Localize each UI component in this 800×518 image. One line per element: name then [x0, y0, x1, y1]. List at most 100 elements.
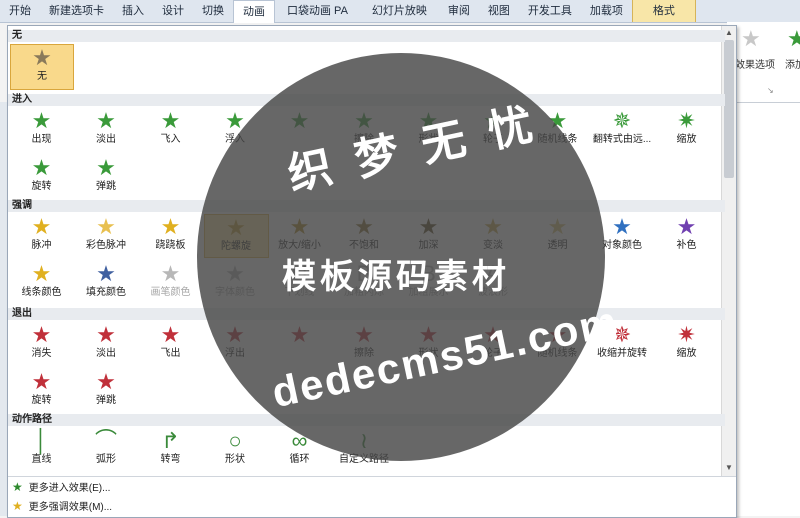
- burst-icon: ✷: [677, 322, 696, 347]
- slide-area: [727, 103, 800, 516]
- watermark-line2: 模板源码素材: [282, 258, 510, 296]
- tab-view[interactable]: 视图: [479, 0, 519, 22]
- entrance-effect-label: 弹跳: [96, 181, 116, 192]
- tab-new-tab[interactable]: 新建选项卡: [40, 0, 113, 22]
- motion-effect-label: 弧形: [96, 454, 116, 465]
- star-icon: ★: [96, 155, 116, 180]
- entrance-effect-label: 出现: [31, 134, 52, 145]
- entrance-effect-label: 缩放: [676, 134, 697, 145]
- entrance-effect[interactable]: ★ 飞入: [139, 108, 202, 150]
- tab-pocket-animation[interactable]: 口袋动画 PA: [275, 0, 360, 22]
- emphasis-effect-label: 画笔颜色: [150, 287, 191, 298]
- entrance-effect[interactable]: ✷ 缩放: [655, 108, 718, 150]
- tab-review[interactable]: 审阅: [439, 0, 479, 22]
- motion-effect-label: 转弯: [160, 454, 181, 465]
- exit-effect[interactable]: ★ 飞出: [139, 322, 202, 364]
- effect-options-button[interactable]: 效果选项: [735, 56, 775, 71]
- star-icon: ★: [31, 214, 52, 239]
- star-icon: ★: [31, 369, 52, 394]
- emphasis-effect-label: 填充颜色: [86, 287, 126, 298]
- entrance-effect[interactable]: ★ 淡出: [75, 108, 138, 150]
- section-none: 无: [8, 30, 725, 42]
- scroll-thumb[interactable]: [724, 40, 734, 178]
- watermark-line1: 织 梦 无 忧: [283, 98, 543, 200]
- emphasis-effect[interactable]: ★ 脉冲: [10, 214, 73, 256]
- exit-effect-label: 飞出: [160, 348, 181, 359]
- exit-effect-label: 消失: [31, 348, 52, 359]
- emphasis-effect-label: 彩色脉冲: [86, 240, 126, 251]
- star-icon: ★: [32, 45, 52, 70]
- scroll-down-icon[interactable]: ▼: [723, 462, 735, 474]
- more-effects-links: ★ 更多进入效果(E)... ★ 更多强调效果(M)...: [8, 476, 736, 517]
- exit-effect-label: 弹跳: [96, 395, 116, 406]
- emphasis-effect[interactable]: ★ 画笔颜色: [139, 261, 202, 303]
- exit-effect[interactable]: ✷ 缩放: [655, 322, 718, 364]
- star-gold-icon: ★: [12, 499, 23, 513]
- effect-none-label: 无: [37, 71, 47, 82]
- burst-icon: ✵: [612, 108, 632, 133]
- star-icon: ★: [160, 261, 181, 286]
- tab-design[interactable]: 设计: [153, 0, 193, 22]
- arc-path-icon: ⌒: [94, 428, 117, 453]
- star-icon: ★: [96, 369, 116, 394]
- turn-path-icon: ↱: [161, 428, 180, 453]
- emphasis-effect[interactable]: ★ 彩色脉冲: [75, 214, 138, 256]
- entrance-effect[interactable]: ★ 出现: [10, 108, 73, 150]
- effect-none[interactable]: ★ 无: [10, 44, 74, 90]
- shape-path-icon: ○: [228, 428, 242, 453]
- add-animation-icon: ★: [787, 26, 800, 51]
- entrance-effect-label: 旋转: [31, 181, 52, 192]
- star-icon: ★: [31, 322, 52, 347]
- exit-effect-label: 收缩并旋转: [597, 348, 647, 359]
- emphasis-effect[interactable]: ★ 填充颜色: [75, 261, 138, 303]
- exit-effect[interactable]: ★ 淡出: [75, 322, 138, 364]
- tab-addins[interactable]: 加载项: [581, 0, 632, 22]
- entrance-effect[interactable]: ✵ 翻转式由远...: [591, 108, 654, 150]
- motion-effect[interactable]: ○ 形状: [204, 428, 267, 470]
- emphasis-effect[interactable]: ★ 跷跷板: [139, 214, 202, 256]
- exit-effect[interactable]: ★ 消失: [10, 322, 73, 364]
- tab-transitions[interactable]: 切换: [193, 0, 233, 22]
- tab-developer[interactable]: 开发工具: [519, 0, 581, 22]
- star-icon: ★: [676, 214, 697, 239]
- exit-effect[interactable]: ★ 旋转: [10, 369, 73, 411]
- star-icon: ★: [31, 155, 52, 180]
- motion-effect-label: 形状: [225, 454, 245, 465]
- exit-effect-label: 缩放: [676, 348, 697, 359]
- entrance-effect-label: 淡出: [96, 134, 116, 145]
- add-animation-button[interactable]: 添加: [785, 56, 800, 71]
- emphasis-effect-label: 脉冲: [31, 240, 52, 251]
- emphasis-effect[interactable]: ★ 补色: [655, 214, 718, 256]
- more-emphasis-effects-link[interactable]: ★ 更多强调效果(M)...: [12, 497, 112, 515]
- star-icon: ★: [31, 108, 52, 133]
- tab-slideshow[interactable]: 幻灯片放映: [360, 0, 439, 22]
- star-icon: ★: [96, 261, 116, 286]
- exit-effect-label: 旋转: [31, 395, 52, 406]
- exit-effect-label: 淡出: [96, 348, 116, 359]
- effect-options-icon: ★: [741, 26, 761, 51]
- motion-effect[interactable]: ↱ 转弯: [139, 428, 202, 470]
- star-icon: ★: [31, 261, 52, 286]
- star-icon: ★: [160, 108, 181, 133]
- tab-insert[interactable]: 插入: [113, 0, 153, 22]
- star-icon: ★: [96, 322, 116, 347]
- tab-home[interactable]: 开始: [0, 0, 40, 22]
- watermark-circle: 织 梦 无 忧 模板源码素材 dedecms51.com: [197, 53, 623, 461]
- entrance-effect[interactable]: ★ 弹跳: [75, 155, 138, 197]
- ribbon-right-area: ★ 效果选项 ★ 添加 ↘: [727, 22, 800, 103]
- emphasis-effect-label: 补色: [676, 240, 697, 251]
- ribbon-tab-bar: 开始 新建选项卡 插入 设计 切换 动画 口袋动画 PA 幻灯片放映 审阅 视图…: [0, 0, 800, 23]
- tab-format[interactable]: 格式: [631, 0, 696, 22]
- emphasis-effect[interactable]: ★ 线条颜色: [10, 261, 73, 303]
- star-icon: ★: [160, 214, 181, 239]
- exit-effect[interactable]: ★ 弹跳: [75, 369, 138, 411]
- motion-effect[interactable]: │ 直线: [10, 428, 73, 470]
- dialog-launcher-icon[interactable]: ↘: [767, 86, 774, 95]
- emphasis-effect-label: 跷跷板: [155, 240, 186, 251]
- motion-effect-label: 循环: [289, 454, 310, 465]
- more-entrance-effects-link[interactable]: ★ 更多进入效果(E)...: [12, 478, 110, 496]
- star-icon: ★: [160, 322, 181, 347]
- entrance-effect[interactable]: ★ 旋转: [10, 155, 73, 197]
- motion-effect[interactable]: ⌒ 弧形: [75, 428, 138, 470]
- tab-animations[interactable]: 动画: [233, 0, 275, 23]
